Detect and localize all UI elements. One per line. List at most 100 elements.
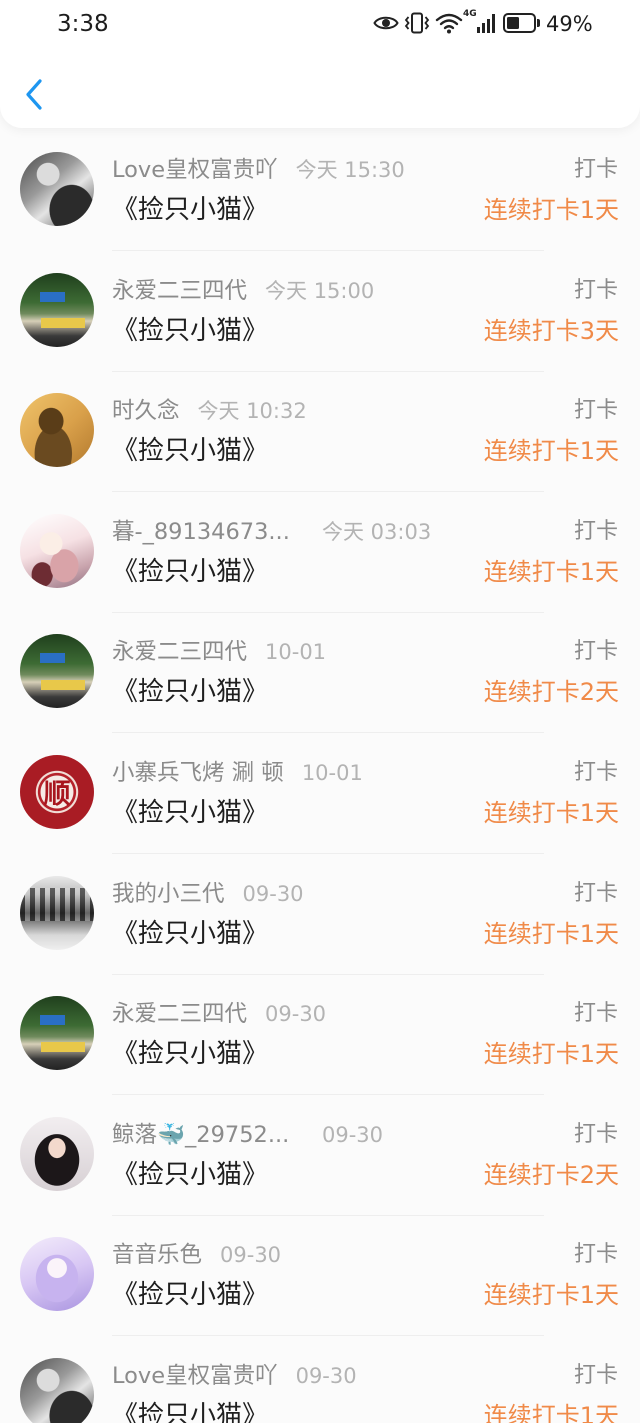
list-item[interactable]: 永爱二三四代 09-30 打卡 《捡只小猫》 连续打卡1天 — [0, 974, 640, 1096]
streak-count: 连续打卡1天 — [483, 1281, 619, 1310]
avatar-lettering: 顺 — [43, 779, 71, 811]
streak-count: 连续打卡1天 — [483, 1040, 619, 1069]
list-item[interactable]: 永爱二三四代 今天 15:00 打卡 《捡只小猫》 连续打卡3天 — [0, 251, 640, 372]
username: 我的小三代 — [112, 880, 225, 907]
book-title: 《捡只小猫》 — [112, 1159, 269, 1190]
avatar[interactable] — [20, 1237, 94, 1312]
streak-count: 连续打卡3天 — [483, 316, 619, 345]
checkin-label: 打卡 — [573, 1242, 618, 1268]
list-item[interactable]: 音音乐色 09-30 打卡 《捡只小猫》 连续打卡1天 — [0, 1215, 640, 1337]
book-title: 《捡只小猫》 — [112, 436, 269, 467]
checkin-label: 打卡 — [573, 639, 618, 665]
list-item[interactable]: 时久念 今天 10:32 打卡 《捡只小猫》 连续打卡1天 — [0, 371, 640, 493]
checkin-list: Love皇权富贵吖 今天 15:30 打卡 《捡只小猫》 连续打卡1天 永爱二三四… — [0, 130, 640, 1423]
checkin-label: 打卡 — [573, 1362, 618, 1388]
username: 永爱二三四代 — [112, 639, 248, 666]
chevron-left-icon[interactable] — [18, 72, 54, 116]
checkin-time: 09-30 — [220, 1243, 282, 1268]
list-item[interactable]: Love皇权富贵吖 09-30 打卡 《捡只小猫》 连续打卡1天 — [0, 1336, 640, 1423]
top-bar: 3:38 4G 49% — [0, 0, 640, 128]
item-meta: 小寨兵飞烤 涮 顿 10-01 — [112, 759, 363, 787]
book-title: 《捡只小猫》 — [112, 918, 269, 949]
checkin-label: 打卡 — [573, 880, 618, 906]
book-title: 《捡只小猫》 — [112, 1280, 269, 1311]
item-meta: 音音乐色 09-30 — [112, 1241, 281, 1269]
wifi-icon — [435, 13, 463, 34]
avatar[interactable] — [20, 875, 94, 950]
list-item[interactable]: 顺 小寨兵飞烤 涮 顿 10-01 打卡 《捡只小猫》 连续打卡1天 — [0, 733, 640, 854]
avatar[interactable] — [20, 1357, 94, 1423]
checkin-list-screen: 3:38 4G 49% Love皇权富贵吖 今天 15:30 打卡 《捡只小猫》… — [0, 0, 640, 1423]
book-title: 《捡只小猫》 — [112, 195, 269, 225]
avatar[interactable] — [20, 634, 94, 709]
username: 音音乐色 — [112, 1242, 203, 1269]
streak-count: 连续打卡1天 — [483, 196, 619, 224]
checkin-label: 打卡 — [573, 277, 618, 303]
vibrate-icon — [404, 12, 430, 34]
list-item[interactable]: 我的小三代 09-30 打卡 《捡只小猫》 连续打卡1天 — [0, 854, 640, 975]
item-meta: 永爱二三四代 09-30 — [112, 1000, 326, 1028]
list-item[interactable]: 鲸落🐳_29752... 09-30 打卡 《捡只小猫》 连续打卡2天 — [0, 1095, 640, 1216]
checkin-label: 打卡 — [573, 759, 618, 785]
avatar[interactable] — [20, 513, 94, 588]
username: Love皇权富贵吖 — [112, 157, 278, 183]
avatar[interactable] — [20, 272, 94, 347]
username: 永爱二三四代 — [112, 277, 248, 304]
item-meta: 暮-_89134673... 今天 03:03 — [112, 518, 431, 546]
checkin-time: 10-01 — [265, 640, 327, 665]
item-meta: 我的小三代 09-30 — [112, 880, 304, 908]
battery-fill — [507, 17, 520, 29]
checkin-label: 打卡 — [573, 518, 618, 544]
streak-count: 连续打卡1天 — [483, 557, 619, 586]
book-title: 《捡只小猫》 — [112, 797, 269, 828]
checkin-time: 今天 03:03 — [322, 519, 432, 544]
checkin-time: 今天 10:32 — [197, 399, 307, 424]
checkin-time: 09-30 — [322, 1122, 384, 1147]
item-meta: Love皇权富贵吖 今天 15:30 — [112, 156, 405, 184]
book-title: 《捡只小猫》 — [112, 1400, 269, 1423]
username: 时久念 — [112, 398, 180, 425]
streak-count: 连续打卡2天 — [483, 1160, 619, 1189]
book-title: 《捡只小猫》 — [112, 677, 269, 708]
checkin-label: 打卡 — [573, 1121, 618, 1147]
streak-count: 连续打卡2天 — [483, 678, 619, 707]
checkin-time: 10-01 — [301, 760, 363, 785]
item-meta: 鲸落🐳_29752... 09-30 — [112, 1121, 383, 1149]
checkin-label: 打卡 — [573, 1001, 618, 1027]
item-meta: 永爱二三四代 10-01 — [112, 638, 326, 666]
checkin-time: 今天 15:00 — [265, 278, 375, 303]
username: Love皇权富贵吖 — [112, 1362, 278, 1389]
list-item[interactable]: 永爱二三四代 10-01 打卡 《捡只小猫》 连续打卡2天 — [0, 612, 640, 734]
book-title: 《捡只小猫》 — [112, 556, 269, 587]
streak-count: 连续打卡1天 — [483, 1401, 619, 1423]
username: 鲸落🐳_29752... — [112, 1121, 290, 1148]
signal-icon — [477, 14, 495, 33]
list-item[interactable]: Love皇权富贵吖 今天 15:30 打卡 《捡只小猫》 连续打卡1天 — [0, 130, 640, 251]
streak-count: 连续打卡1天 — [483, 798, 619, 827]
streak-count: 连续打卡1天 — [483, 919, 619, 948]
book-title: 《捡只小猫》 — [112, 315, 269, 346]
avatar[interactable]: 顺 — [20, 754, 94, 829]
battery-icon — [503, 13, 536, 33]
streak-count: 连续打卡1天 — [483, 437, 619, 466]
battery-percent: 49% — [546, 12, 593, 36]
username: 小寨兵飞烤 涮 顿 — [112, 759, 284, 786]
book-title: 《捡只小猫》 — [112, 1039, 269, 1070]
checkin-label: 打卡 — [573, 398, 618, 424]
avatar[interactable] — [20, 393, 94, 468]
avatar[interactable] — [20, 996, 94, 1071]
checkin-time: 今天 15:30 — [295, 158, 405, 182]
username: 暮-_89134673... — [112, 518, 290, 545]
checkin-time: 09-30 — [242, 881, 304, 906]
network-type-label: 4G — [463, 9, 477, 19]
battery-cap — [537, 19, 540, 27]
item-meta: 永爱二三四代 今天 15:00 — [112, 277, 374, 305]
list-item[interactable]: 暮-_89134673... 今天 03:03 打卡 《捡只小猫》 连续打卡1天 — [0, 492, 640, 613]
status-bar-time: 3:38 — [57, 11, 109, 37]
avatar[interactable] — [20, 152, 94, 226]
checkin-time: 09-30 — [265, 1002, 327, 1027]
item-meta: 时久念 今天 10:32 — [112, 397, 307, 425]
avatar[interactable] — [20, 1116, 94, 1191]
checkin-label: 打卡 — [573, 157, 618, 182]
back-button[interactable] — [18, 72, 54, 116]
